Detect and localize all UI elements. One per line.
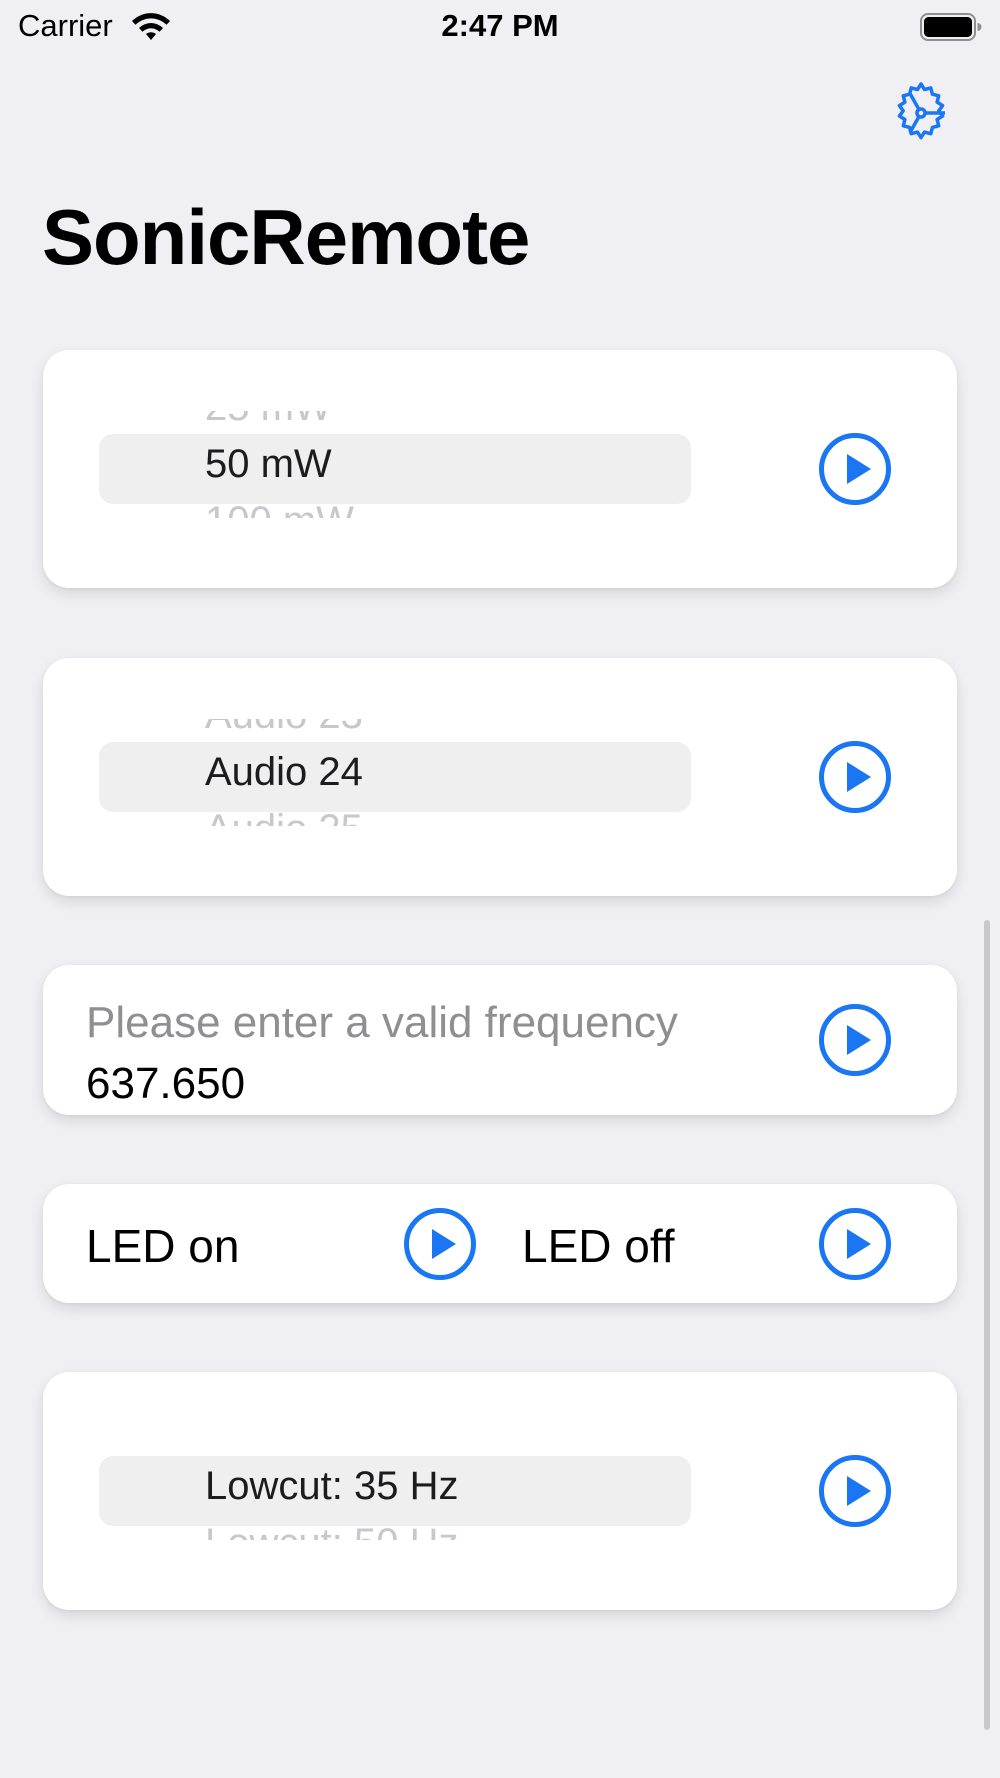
- play-icon: [819, 1004, 891, 1076]
- picker-option[interactable]: Audio 23: [205, 719, 363, 738]
- battery-icon: [920, 13, 982, 41]
- scroll-indicator[interactable]: [984, 920, 990, 1730]
- lowcut-card: Lowcut: 35 Hz Lowcut: 50 Hz: [43, 1372, 957, 1610]
- led-card: LED on LED off: [43, 1184, 957, 1303]
- led-off-label: LED off: [522, 1220, 675, 1272]
- play-icon: [819, 1455, 891, 1527]
- picker-selected-option[interactable]: Audio 24: [205, 750, 363, 795]
- play-icon: [819, 1208, 891, 1280]
- send-lowcut-button[interactable]: [818, 1454, 892, 1528]
- picker-option[interactable]: 25 mW: [205, 411, 332, 430]
- clock: 2:47 PM: [441, 8, 559, 43]
- picker-selected-option[interactable]: 50 mW: [205, 442, 332, 487]
- power-picker[interactable]: 25 mW 50 mW 100 mW: [99, 385, 691, 553]
- picker-option[interactable]: Lowcut: 50 Hz: [205, 1521, 458, 1540]
- status-bar: Carrier 2:47 PM: [0, 0, 1000, 56]
- led-on-button[interactable]: [403, 1207, 477, 1281]
- picker-selected-option[interactable]: Lowcut: 35 Hz: [205, 1464, 458, 1509]
- frequency-input[interactable]: [86, 1059, 646, 1109]
- send-power-button[interactable]: [818, 432, 892, 506]
- led-on-label: LED on: [86, 1220, 240, 1272]
- led-off-button[interactable]: [818, 1207, 892, 1281]
- play-icon: [404, 1208, 476, 1280]
- lowcut-picker[interactable]: Lowcut: 35 Hz Lowcut: 50 Hz: [99, 1407, 691, 1575]
- play-icon: [819, 741, 891, 813]
- app-title: SonicRemote: [42, 193, 530, 281]
- picker-option[interactable]: Audio 25: [205, 807, 363, 826]
- power-card: 25 mW 50 mW 100 mW: [43, 350, 957, 588]
- picker-selection-highlight: [99, 742, 691, 812]
- audio-card: Audio 23 Audio 24 Audio 25: [43, 658, 957, 896]
- frequency-hint: Please enter a valid frequency: [86, 998, 678, 1047]
- settings-button[interactable]: [888, 80, 954, 146]
- audio-picker[interactable]: Audio 23 Audio 24 Audio 25: [99, 693, 691, 861]
- send-audio-button[interactable]: [818, 740, 892, 814]
- play-icon: [819, 433, 891, 505]
- gear-icon: [897, 82, 945, 140]
- picker-option[interactable]: 100 mW: [205, 499, 354, 518]
- send-frequency-button[interactable]: [818, 1003, 892, 1077]
- frequency-card: Please enter a valid frequency: [43, 965, 957, 1115]
- picker-selection-highlight: [99, 434, 691, 504]
